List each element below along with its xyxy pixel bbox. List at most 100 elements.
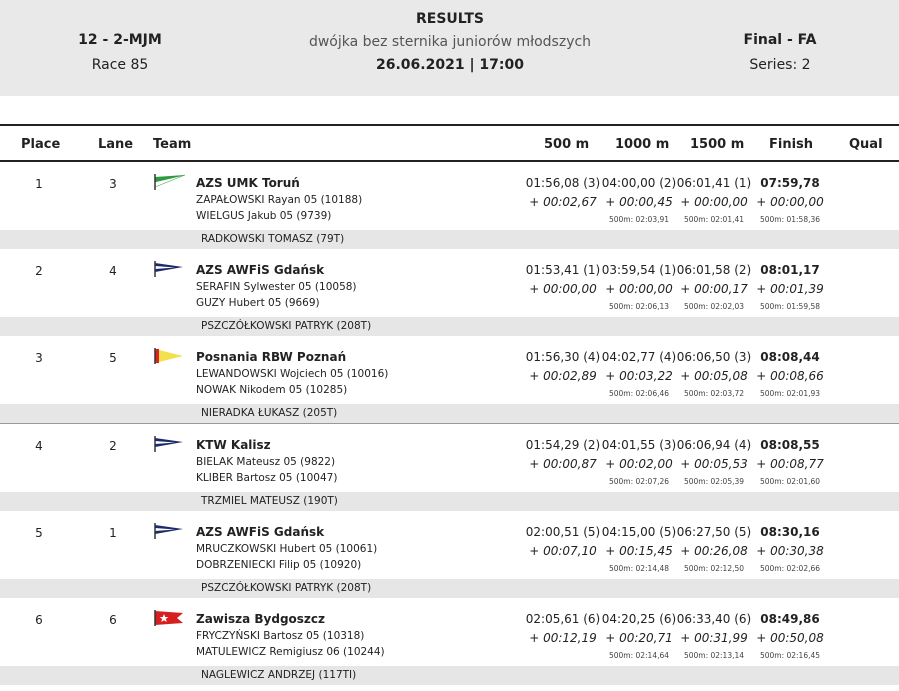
- time-delta: + 00:12,19: [529, 630, 597, 645]
- lane-cell: 1: [109, 525, 117, 540]
- lane-cell: 2: [109, 438, 117, 453]
- flag-navy-white-icon: [153, 522, 187, 539]
- lane-cell: 3: [109, 177, 117, 191]
- split-time: 06:27,50 (5): [676, 524, 752, 539]
- pace-500m: 500m: 02:13,14: [683, 650, 745, 660]
- team-name: Posnania RBW Poznań: [196, 350, 347, 365]
- pace-500m: 500m: 02:03,91: [608, 215, 670, 224]
- rower-name: WIELGUS Jakub 05 (9739): [196, 210, 332, 222]
- rower-name: BIELAK Mateusz 05 (9822): [196, 455, 336, 468]
- flag-red-white-star-icon: [153, 609, 187, 626]
- time-delta: + 00:00,00: [756, 195, 824, 209]
- time-delta: + 00:08,77: [756, 456, 824, 471]
- flag-yellow-red-icon: [153, 348, 187, 365]
- col-500m: 500 m: [544, 137, 590, 152]
- split-time: 01:54,29 (2): [525, 437, 601, 452]
- flag-green-white-icon: [153, 174, 187, 190]
- table-row: 3 5 Posnania RBW Poznań LEWANDOWSKI Wojciec…: [0, 336, 899, 424]
- finish-time: 08:08,44: [760, 350, 820, 365]
- pace-500m: 500m: 02:16,45: [759, 650, 821, 660]
- split-time: 04:02,77 (4): [601, 350, 677, 365]
- time-delta: + 00:30,38: [756, 543, 824, 558]
- table-row: 2 4 AZS AWFiS Gdańsk SERAFIN Sylwester 05 (…: [0, 249, 899, 337]
- col-finish: Finish: [769, 137, 814, 152]
- pace-500m: 500m: 02:01,41: [683, 215, 745, 224]
- place-cell: 6: [35, 612, 43, 627]
- results-title-block: RESULTS dwójka bez sternika juniorów mło…: [250, 11, 650, 73]
- col-qual: Qual: [849, 137, 883, 152]
- time-delta: + 00:00,00: [605, 282, 673, 297]
- rower-name: SERAFIN Sylwester 05 (10058): [196, 281, 357, 294]
- rower-name: FRYCZYŃSKI Bartosz 05 (10318): [196, 629, 365, 642]
- time-delta: + 00:02,67: [529, 195, 597, 209]
- time-delta: + 00:08,66: [756, 369, 824, 384]
- pace-500m: 500m: 01:58,36: [759, 215, 821, 224]
- table-body: 1 3 AZS UMK Toruń ZAPAŁOWSKI Rayan 05 (1018…: [0, 162, 899, 686]
- finish-time: 07:59,78: [760, 176, 820, 190]
- coach-bar: RADKOWSKI TOMASZ (79T): [0, 230, 899, 249]
- coach-bar: PSZCZÓŁKOWSKI PATRYK (208T): [0, 578, 899, 598]
- time-delta: + 00:20,71: [605, 630, 673, 645]
- split-time: 06:06,50 (3): [676, 350, 752, 365]
- page-title: RESULTS: [415, 11, 485, 27]
- col-team: Team: [153, 137, 192, 152]
- table-row: 5 1 AZS AWFiS Gdańsk MRUCZKOWSKI Hubert 05 …: [0, 511, 899, 598]
- coach-bar: PSZCZÓŁKOWSKI PATRYK (208T): [0, 317, 899, 337]
- coach-name: PSZCZÓŁKOWSKI PATRYK (208T): [201, 581, 372, 594]
- coach-bar: NAGLEWICZ ANDRZEJ (117TI): [0, 665, 899, 685]
- time-delta: + 00:00,45: [605, 195, 673, 209]
- pace-500m: 500m: 02:01,60: [759, 476, 821, 486]
- time-delta: + 00:02,00: [605, 456, 673, 471]
- table-row: 4 2 KTW Kalisz BIELAK Mateusz 05 (9822) KLIB…: [0, 424, 899, 511]
- col-1500m: 1500 m: [690, 137, 745, 152]
- place-cell: 1: [35, 177, 43, 191]
- time-delta: + 00:00,17: [680, 282, 748, 297]
- split-time: 02:05,61 (6): [525, 611, 601, 626]
- split-time: 01:53,41 (1): [525, 263, 601, 278]
- col-lane: Lane: [98, 137, 134, 152]
- split-time: 03:59,54 (1): [601, 263, 677, 278]
- phase-info: Final - FA Series: 2: [680, 32, 880, 73]
- split-time: 06:06,94 (4): [676, 437, 752, 452]
- flag-navy-white-icon: [153, 261, 187, 278]
- split-time: 06:33,40 (6): [676, 611, 752, 626]
- lane-cell: 5: [109, 351, 117, 366]
- race-phase: Final - FA: [743, 32, 817, 48]
- pace-500m: 500m: 02:06,46: [608, 389, 670, 399]
- time-delta: + 00:26,08: [680, 543, 748, 558]
- finish-time: 08:01,17: [760, 263, 820, 278]
- rower-name: MRUCZKOWSKI Hubert 05 (10061): [196, 542, 378, 555]
- split-time: 02:00,51 (5): [525, 524, 601, 539]
- split-time: 06:01,41 (1): [676, 176, 752, 190]
- time-delta: + 00:50,08: [756, 630, 824, 645]
- time-delta: + 00:00,00: [529, 282, 597, 297]
- pace-500m: 500m: 02:02,03: [683, 302, 745, 312]
- time-delta: + 00:00,00: [680, 195, 748, 209]
- event-info: 12 - 2-MJM Race 85: [20, 32, 220, 73]
- event-code: 12 - 2-MJM: [78, 32, 162, 48]
- pace-500m: 500m: 02:01,93: [759, 389, 821, 399]
- flag-navy-white-icon: [153, 435, 187, 452]
- pace-500m: 500m: 02:14,48: [608, 563, 670, 573]
- results-header: 12 - 2-MJM Race 85 RESULTS dwójka bez st…: [0, 0, 899, 96]
- event-description: dwójka bez sternika juniorów młodszych: [308, 34, 592, 50]
- race-datetime: 26.06.2021 | 17:00: [376, 57, 524, 73]
- rower-name: DOBRZENIECKI Filip 05 (10920): [196, 558, 362, 571]
- pace-500m: 500m: 01:59,58: [759, 302, 821, 312]
- time-delta: + 00:05,08: [680, 369, 748, 384]
- pace-500m: 500m: 02:06,13: [608, 302, 670, 312]
- table-row: 1 3 AZS UMK Toruń ZAPAŁOWSKI Rayan 05 (1018…: [0, 162, 899, 250]
- split-time: 01:56,30 (4): [525, 350, 601, 365]
- pace-500m: 500m: 02:07,26: [608, 476, 670, 486]
- place-cell: 4: [35, 438, 43, 453]
- table-header: Place Lane Team 500 m 1000 m 1500 m Fini…: [0, 124, 899, 162]
- split-time: 04:01,55 (3): [601, 437, 677, 452]
- coach-bar: TRZMIEL MATEUSZ (190T): [0, 491, 899, 511]
- col-1000m: 1000 m: [615, 137, 670, 152]
- rower-name: LEWANDOWSKI Wojciech 05 (10016): [196, 368, 389, 381]
- coach-bar: NIERADKA ŁUKASZ (205T): [0, 404, 899, 424]
- team-name: AZS AWFiS Gdańsk: [196, 263, 325, 278]
- rower-name: MATULEWICZ Remigiusz 06 (10244): [196, 645, 385, 658]
- split-time: 04:00,00 (2): [601, 176, 677, 190]
- time-delta: + 00:01,39: [756, 282, 824, 297]
